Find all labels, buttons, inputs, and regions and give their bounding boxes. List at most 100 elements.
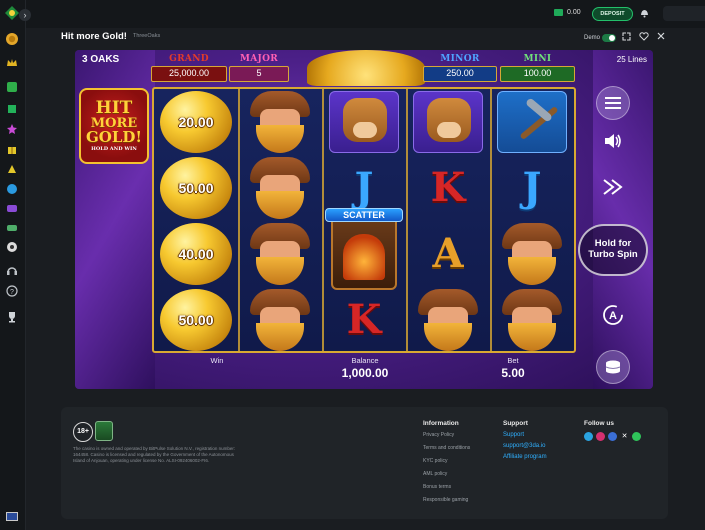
balance-label: Balance	[351, 356, 379, 365]
pickaxe-symbol	[490, 89, 574, 155]
slot-reels[interactable]: 20.00 50.00 40.00 50.00 J SCATTER K K A …	[152, 87, 576, 353]
autoplay-letter: A	[609, 310, 617, 322]
gold-nugget-symbol: 20.00	[154, 89, 238, 155]
footer: 18+ The casino is owned and operated by …	[61, 407, 668, 519]
miner-symbol	[490, 221, 574, 287]
social-icons: ✕	[584, 432, 641, 441]
footer-link[interactable]: Responsible gaming	[423, 497, 470, 503]
deposit-button[interactable]: DEPOSIT	[592, 7, 633, 21]
wallet-balance[interactable]: 0.00	[554, 9, 581, 16]
help-icon[interactable]: ?	[5, 284, 19, 298]
globe-icon[interactable]	[5, 182, 19, 196]
footer-link[interactable]: Affiliate program	[503, 454, 547, 460]
demo-label: Demo	[584, 35, 601, 41]
win-stat: Win	[187, 356, 247, 365]
bet-stat[interactable]: Bet 5.00	[483, 356, 543, 380]
footer-link[interactable]: AML policy	[423, 471, 470, 477]
user-menu-pill[interactable]	[663, 6, 705, 21]
close-icon[interactable]	[657, 32, 665, 42]
star-icon[interactable]	[5, 122, 19, 136]
letter-a-symbol: A	[406, 221, 490, 287]
sidebar: ?	[0, 0, 26, 530]
information-column: Information Privacy Policy Terms and con…	[423, 420, 470, 510]
gold-value: 40.00	[178, 246, 214, 262]
win-label: Win	[210, 356, 224, 365]
jackpot-value: 25,000.00	[151, 66, 227, 82]
balance-amount: 1,000.00	[341, 366, 389, 380]
letter-j: J	[354, 164, 374, 211]
rocket-icon[interactable]	[5, 162, 19, 176]
support-column: Support Support support@3da.io Affiliate…	[503, 420, 547, 465]
telegram-icon[interactable]	[584, 432, 593, 441]
gold-coin-icon[interactable]	[5, 32, 19, 46]
letter-j: J	[522, 164, 542, 211]
sports-icon[interactable]	[5, 221, 19, 235]
sidebar-collapse-button[interactable]: ›	[19, 9, 31, 21]
bet-label: Bet	[507, 356, 519, 365]
logo-line: HIT	[95, 98, 133, 118]
letter-j-symbol: J	[490, 155, 574, 221]
logo-line: HOLD AND WIN	[91, 146, 137, 152]
wallet-icon	[554, 9, 563, 16]
paylines-count: 25 Lines	[616, 55, 647, 64]
gold-value: 20.00	[178, 114, 214, 130]
table-games-icon[interactable]	[5, 201, 19, 215]
gold-value: 50.00	[178, 180, 214, 196]
footer-link[interactable]: Support	[503, 432, 547, 438]
jackpot-name: GRAND	[169, 54, 209, 64]
turbo-label-line2: Turbo Spin	[588, 249, 638, 260]
soccer-ball-icon[interactable]	[5, 240, 19, 254]
language-flag-icon[interactable]	[6, 512, 18, 521]
jackpot-value: 5	[229, 66, 289, 82]
legal-text: The casino is owned and operated by BitP…	[73, 446, 236, 464]
follow-heading: Follow us	[584, 420, 614, 427]
bet-coins-button[interactable]	[596, 350, 630, 384]
gift-icon[interactable]	[5, 142, 19, 156]
trophy-icon[interactable]	[5, 310, 19, 324]
fast-forward-button[interactable]	[596, 170, 630, 204]
follow-column: Follow us ✕	[584, 420, 641, 441]
bonus-icon[interactable]	[5, 102, 19, 116]
footer-link[interactable]: Terms and conditions	[423, 445, 470, 451]
letter-k: K	[430, 164, 466, 211]
fullscreen-icon[interactable]	[622, 32, 631, 43]
provider-badge: 3 OAKS	[82, 54, 120, 65]
notification-bell-icon[interactable]	[640, 8, 649, 20]
jackpot-value: 100.00	[500, 66, 575, 82]
instagram-icon[interactable]	[596, 432, 605, 441]
miner-symbol	[238, 287, 322, 353]
sound-button[interactable]	[596, 124, 630, 158]
dog-symbol	[406, 89, 490, 155]
miner-symbol	[238, 221, 322, 287]
jackpot-name: MINOR	[440, 54, 480, 64]
letter-k: K	[346, 296, 382, 343]
headset-icon[interactable]	[5, 264, 19, 278]
information-heading: Information	[423, 420, 459, 427]
facebook-icon[interactable]	[608, 432, 617, 441]
letter-k-symbol: K	[322, 287, 406, 353]
license-seal-icon[interactable]	[95, 421, 113, 441]
game-title: Hit more Gold!	[61, 31, 127, 42]
whatsapp-icon[interactable]	[632, 432, 641, 441]
topbar: 0.00 DEPOSIT	[26, 0, 705, 28]
spin-button[interactable]: Hold for Turbo Spin	[578, 224, 648, 276]
footer-link[interactable]: KYC policy	[423, 458, 470, 464]
footer-link[interactable]: support@3da.io	[503, 443, 547, 449]
jackpot-value: 250.00	[423, 66, 497, 82]
dice-icon[interactable]	[5, 80, 19, 94]
game-frame[interactable]: 3 OAKS 25 Lines GRAND 25,000.00 MAJOR 5 …	[75, 50, 653, 389]
game-menu-button[interactable]	[596, 86, 630, 120]
balance-value: 0.00	[567, 9, 581, 16]
jackpot-name: MINI	[523, 54, 552, 64]
game-provider[interactable]: ThreeOaks	[133, 33, 160, 39]
support-heading: Support	[503, 420, 528, 427]
footer-link[interactable]: Bonus terms	[423, 484, 470, 490]
autoplay-button[interactable]: A	[596, 298, 630, 332]
miner-symbol	[490, 287, 574, 353]
x-icon[interactable]: ✕	[620, 432, 629, 441]
demo-toggle[interactable]	[602, 34, 616, 42]
favorite-heart-icon[interactable]	[639, 32, 649, 43]
crown-icon[interactable]	[5, 56, 19, 70]
jackpot-grand: GRAND 25,000.00	[151, 54, 227, 82]
footer-link[interactable]: Privacy Policy	[423, 432, 470, 438]
